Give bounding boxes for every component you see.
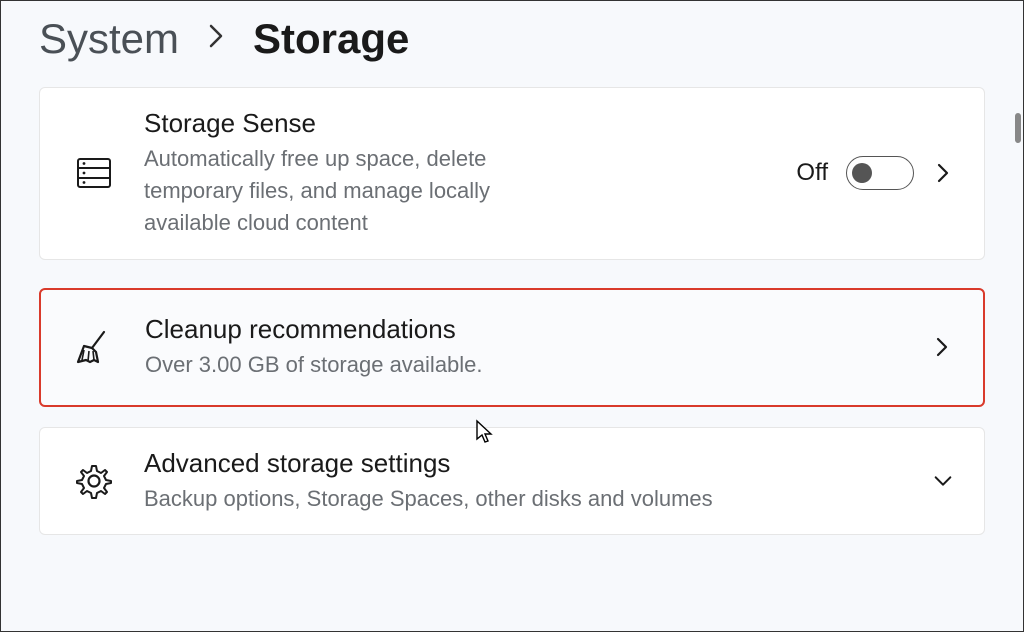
chevron-down-icon[interactable] bbox=[932, 470, 954, 492]
broom-icon bbox=[71, 323, 119, 371]
breadcrumb-current: Storage bbox=[253, 15, 409, 63]
card-advanced-storage[interactable]: Advanced storage settings Backup options… bbox=[39, 427, 985, 536]
card-description: Automatically free up space, delete temp… bbox=[144, 143, 564, 239]
breadcrumb: System Storage bbox=[1, 1, 1023, 87]
card-cleanup-recommendations[interactable]: Cleanup recommendations Over 3.00 GB of … bbox=[39, 288, 985, 407]
card-title: Advanced storage settings bbox=[144, 448, 906, 479]
card-title: Cleanup recommendations bbox=[145, 314, 905, 345]
toggle-state-label: Off bbox=[796, 159, 828, 187]
card-description: Backup options, Storage Spaces, other di… bbox=[144, 483, 906, 515]
chevron-right-icon bbox=[207, 21, 225, 58]
card-storage-sense[interactable]: Storage Sense Automatically free up spac… bbox=[39, 87, 985, 260]
storage-sense-toggle[interactable] bbox=[846, 156, 914, 190]
chevron-right-icon[interactable] bbox=[932, 162, 954, 184]
storage-icon bbox=[70, 149, 118, 197]
scrollbar[interactable] bbox=[1015, 113, 1021, 143]
chevron-right-icon[interactable] bbox=[931, 336, 953, 358]
breadcrumb-parent[interactable]: System bbox=[39, 15, 179, 63]
gear-icon bbox=[70, 457, 118, 505]
card-title: Storage Sense bbox=[144, 108, 770, 139]
card-description: Over 3.00 GB of storage available. bbox=[145, 349, 905, 381]
